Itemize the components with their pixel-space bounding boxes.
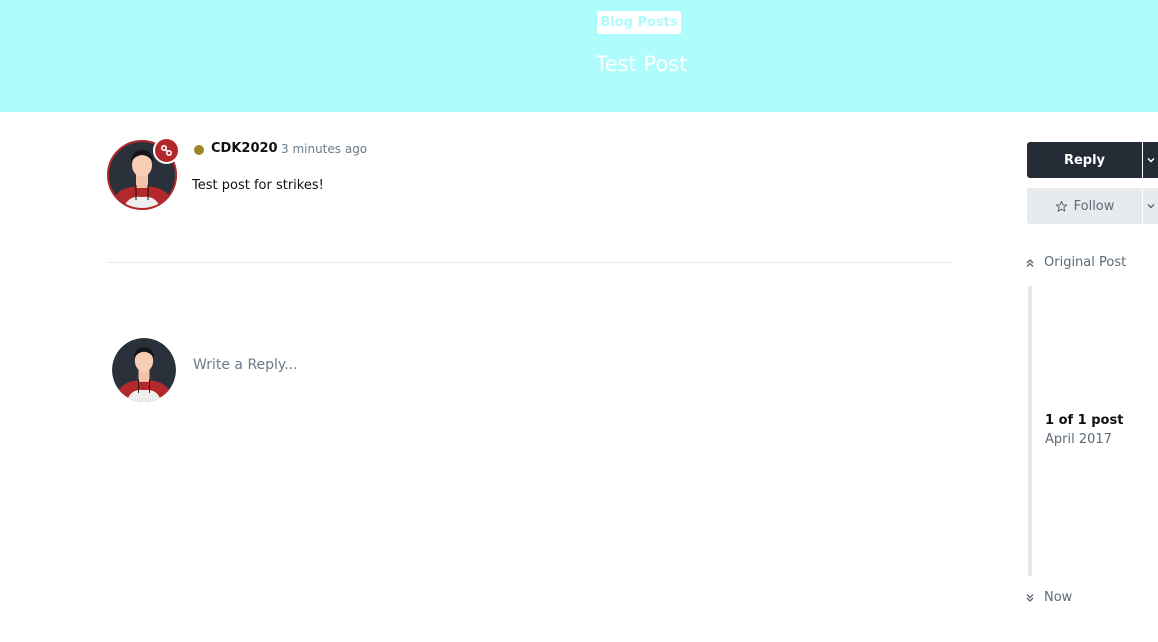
double-chevron-down-icon xyxy=(1026,593,1034,602)
timeline-scrollbar[interactable] xyxy=(1028,286,1032,576)
timeline-top-label: Original Post xyxy=(1044,255,1127,270)
reply-input[interactable] xyxy=(193,353,793,377)
category-tag[interactable]: Blog Posts xyxy=(597,11,681,34)
reply-button[interactable]: Reply xyxy=(1027,142,1142,178)
post-divider xyxy=(107,262,952,263)
double-chevron-up-icon xyxy=(1026,258,1034,267)
reply-options-button[interactable] xyxy=(1143,142,1158,178)
timeline-now-link[interactable]: Now xyxy=(1025,590,1072,605)
follow-button[interactable]: Follow xyxy=(1027,188,1142,224)
follow-options-button[interactable] xyxy=(1143,188,1158,224)
author-username[interactable]: CDK2020 xyxy=(211,141,278,156)
timeline-date: April 2017 xyxy=(1045,432,1112,447)
timeline-post-count: 1 of 1 post xyxy=(1045,413,1124,428)
current-user-avatar xyxy=(112,338,176,402)
avatar-image-icon xyxy=(112,338,176,402)
follow-label: Follow xyxy=(1073,198,1115,214)
topic-header: Blog Posts Test Post xyxy=(0,0,1158,112)
post-timestamp[interactable]: 3 minutes ago xyxy=(281,142,367,156)
chevron-down-icon xyxy=(1146,203,1155,209)
post-content: Test post for strikes! xyxy=(192,178,324,193)
page-title: Test Post xyxy=(595,52,688,76)
online-status-dot xyxy=(194,145,204,155)
chevron-down-icon xyxy=(1146,157,1155,163)
star-icon xyxy=(1055,200,1067,212)
timeline-original-post-link[interactable]: Original Post xyxy=(1025,255,1126,270)
moderator-badge-icon xyxy=(153,137,180,164)
timeline-bottom-label: Now xyxy=(1044,590,1073,605)
